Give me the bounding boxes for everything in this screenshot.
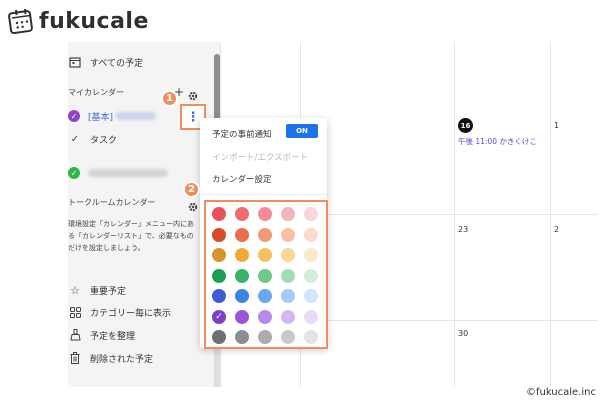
day-number[interactable]: 1: [554, 121, 559, 130]
color-swatch[interactable]: [258, 330, 272, 344]
logo-wordmark: fukucale: [39, 8, 149, 34]
calendar-item-talkroom[interactable]: ✓: [68, 163, 168, 183]
trash-icon: [68, 351, 82, 365]
color-swatch-grid: ✓: [212, 207, 318, 344]
color-swatch[interactable]: [281, 227, 295, 242]
talkroom-calendar-header: トークルームカレンダー: [68, 192, 156, 212]
color-swatch[interactable]: [235, 309, 249, 324]
notify-label: 予定の事前通知: [212, 130, 272, 140]
section-label: マイカレンダー: [68, 87, 124, 97]
calendar-item-basic[interactable]: ✓ [基本]: [68, 106, 157, 126]
color-swatch[interactable]: [281, 207, 295, 221]
color-swatch[interactable]: [212, 207, 226, 221]
calendar-item-label: タスク: [90, 135, 118, 146]
color-swatch[interactable]: [304, 330, 318, 344]
color-swatch[interactable]: [304, 268, 318, 283]
color-swatch[interactable]: [304, 227, 318, 242]
color-swatch[interactable]: [304, 207, 318, 221]
step-badge: 2: [183, 181, 200, 198]
copyright-text: ©fukucale.inc: [525, 387, 596, 398]
color-swatch[interactable]: [212, 330, 226, 344]
color-swatch[interactable]: [212, 289, 226, 303]
section-label: トークルームカレンダー: [68, 197, 156, 207]
sidebar-item-label: 重要予定: [90, 286, 127, 297]
sidebar-item-organize[interactable]: 予定を整理: [68, 325, 135, 345]
blurred-name: [88, 169, 168, 177]
broom-icon: [68, 328, 82, 342]
notify-toggle[interactable]: ON: [286, 124, 318, 138]
calendar-icon: [68, 55, 82, 69]
color-swatch[interactable]: [212, 268, 226, 283]
my-calendar-header: マイカレンダー: [68, 82, 124, 102]
color-swatch[interactable]: [304, 248, 318, 262]
blurred-name: [116, 112, 157, 120]
sidebar-item-important[interactable]: ☆ 重要予定: [68, 280, 126, 300]
sidebar-item-label: 削除された予定: [90, 354, 154, 365]
color-swatch[interactable]: [281, 268, 295, 283]
fukucale-logo: fukucale: [8, 6, 149, 36]
calendar-settings-item[interactable]: カレンダー設定: [212, 173, 272, 185]
color-swatch-selected[interactable]: ✓: [212, 309, 226, 324]
step-badge: 1: [161, 90, 178, 107]
color-swatch[interactable]: [235, 289, 249, 303]
calendar-item-tasks[interactable]: ✓ タスク: [68, 129, 117, 149]
gear-icon[interactable]: [188, 197, 198, 216]
kebab-icon: ⋮: [186, 109, 200, 125]
calendar-item-label: [基本]: [88, 112, 114, 123]
color-swatch[interactable]: [281, 248, 295, 262]
day-number[interactable]: 2: [554, 225, 559, 234]
color-swatch[interactable]: [235, 248, 249, 262]
gear-icon[interactable]: [188, 86, 198, 105]
day-number[interactable]: 30: [458, 329, 468, 338]
sidebar-item-label: カテゴリー毎に表示: [90, 308, 172, 319]
sidebar-item-all-events[interactable]: すべての予定: [68, 52, 143, 72]
checkbox-checked-icon[interactable]: ✓: [68, 167, 80, 179]
star-icon: ☆: [70, 283, 80, 297]
color-swatch[interactable]: [304, 289, 318, 303]
color-palette: ✓: [204, 200, 328, 349]
sidebar-item-label: すべての予定: [90, 58, 144, 69]
help-text: 環境設定「カレンダー」メニュー内にある「カレンダーリスト」で、必要なものだけを設…: [68, 220, 194, 252]
color-swatch[interactable]: [281, 330, 295, 344]
sidebar-item-by-category[interactable]: カテゴリー毎に表示: [68, 302, 171, 322]
color-swatch[interactable]: [304, 309, 318, 324]
sidebar: すべての予定 マイカレンダー + ✓ [基本] ✓ タスク ✓ トークルームカレ…: [68, 42, 218, 387]
color-swatch[interactable]: [258, 207, 272, 221]
grid-icon: [68, 305, 82, 319]
day-number[interactable]: 23: [458, 225, 468, 234]
sidebar-scrollbar-thumb[interactable]: [214, 54, 220, 126]
color-swatch[interactable]: [281, 309, 295, 324]
color-swatch[interactable]: [258, 227, 272, 242]
event-item[interactable]: 午後 11:00 かきくけこ: [458, 136, 537, 147]
color-swatch[interactable]: [235, 268, 249, 283]
color-swatch[interactable]: [235, 330, 249, 344]
color-swatch[interactable]: [212, 248, 226, 262]
calendar-app-window: 16 午後 11:00 かきくけこ 1 23 2 30 すべての予定 マイカレン…: [68, 42, 598, 387]
color-swatch[interactable]: [258, 268, 272, 283]
sidebar-item-deleted[interactable]: 削除された予定: [68, 348, 153, 368]
color-swatch[interactable]: [235, 227, 249, 242]
color-swatch[interactable]: [281, 289, 295, 303]
sidebar-item-label: 予定を整理: [90, 331, 136, 342]
color-swatch[interactable]: [258, 309, 272, 324]
calendar-logo-icon: [8, 8, 33, 34]
color-swatch[interactable]: [258, 289, 272, 303]
color-swatch[interactable]: [212, 227, 226, 242]
checkbox-checked-icon[interactable]: ✓: [68, 110, 80, 122]
import-export-item: インポート/エクスポート: [212, 153, 309, 163]
color-swatch[interactable]: [258, 248, 272, 262]
today-badge[interactable]: 16: [458, 118, 473, 133]
color-swatch[interactable]: [235, 207, 249, 221]
screenshot-stage: fukucale 16 午後 11:00 かきくけこ 1 23 2 30 すべて…: [0, 0, 600, 400]
menu-divider: [200, 194, 327, 195]
check-icon: ✓: [70, 133, 80, 145]
